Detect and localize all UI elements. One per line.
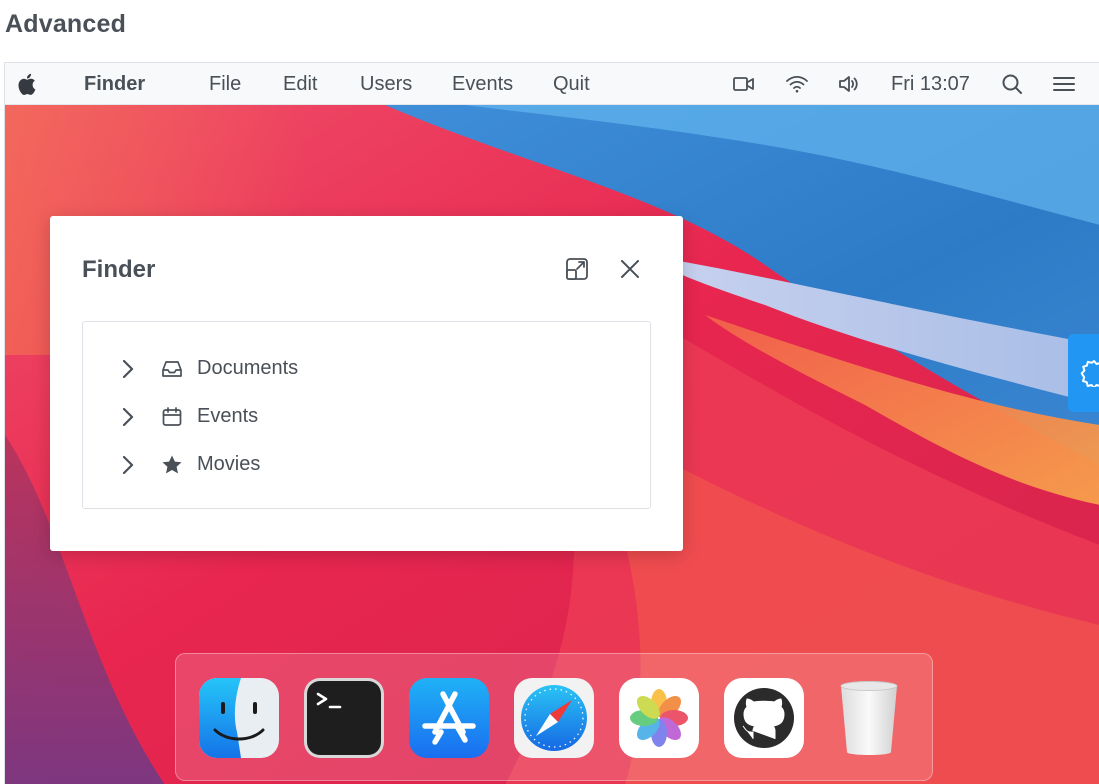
close-icon[interactable]: [617, 256, 643, 282]
app-store-icon: [409, 678, 489, 758]
finder-window-title: Finder: [82, 256, 156, 283]
page-heading: Advanced: [5, 10, 127, 38]
calendar-icon: [162, 407, 182, 426]
wifi-icon[interactable]: [785, 72, 809, 96]
menu-app-name[interactable]: Finder: [84, 73, 145, 96]
finder-window: Finder Documents Events Movies: [50, 216, 683, 551]
tree-item-label: Movies: [197, 453, 261, 475]
dock-item-trash[interactable]: [827, 676, 911, 760]
dock: [175, 653, 933, 781]
safari-icon: [514, 678, 594, 758]
chevron-right-icon[interactable]: [117, 357, 139, 381]
desktop: Finder File Edit Users Events Quit Fri 1…: [4, 62, 1099, 784]
tree-item-documents[interactable]: Documents: [83, 349, 650, 389]
github-icon: [724, 678, 804, 758]
apple-icon[interactable]: [17, 72, 39, 96]
chevron-right-icon[interactable]: [117, 453, 139, 477]
search-icon[interactable]: [1000, 72, 1024, 96]
finder-icon: [199, 678, 279, 758]
menu-clock[interactable]: Fri 13:07: [891, 73, 970, 96]
volume-icon[interactable]: [837, 72, 861, 96]
dock-item-photos[interactable]: [617, 676, 701, 760]
menu-item-file[interactable]: File: [209, 73, 241, 96]
dock-item-finder[interactable]: [197, 676, 281, 760]
maximize-icon[interactable]: [564, 256, 590, 282]
cog-icon: [1080, 360, 1099, 387]
menu-bar: Finder File Edit Users Events Quit Fri 1…: [5, 63, 1099, 105]
video-icon[interactable]: [732, 72, 756, 96]
menu-icon[interactable]: [1052, 72, 1076, 96]
menu-item-edit[interactable]: Edit: [283, 73, 317, 96]
menu-item-users[interactable]: Users: [360, 73, 412, 96]
tree-item-events[interactable]: Events: [83, 397, 650, 437]
tree-item-label: Documents: [197, 357, 299, 379]
menu-item-events[interactable]: Events: [452, 73, 513, 96]
finder-tree: Documents Events Movies: [82, 321, 651, 509]
trash-icon: [840, 681, 898, 755]
dock-item-github[interactable]: [722, 676, 806, 760]
photos-icon: [619, 678, 699, 758]
dock-item-terminal[interactable]: [302, 676, 386, 760]
chevron-right-icon[interactable]: [117, 405, 139, 429]
tree-item-label: Events: [197, 405, 259, 427]
dock-item-safari[interactable]: [512, 676, 596, 760]
inbox-icon: [162, 361, 182, 377]
tree-item-movies[interactable]: Movies: [83, 445, 650, 485]
menu-item-quit[interactable]: Quit: [553, 73, 590, 96]
terminal-icon: [304, 678, 384, 758]
dock-item-app-store[interactable]: [407, 676, 491, 760]
star-icon: [162, 455, 182, 474]
config-side-tab[interactable]: [1068, 334, 1099, 412]
